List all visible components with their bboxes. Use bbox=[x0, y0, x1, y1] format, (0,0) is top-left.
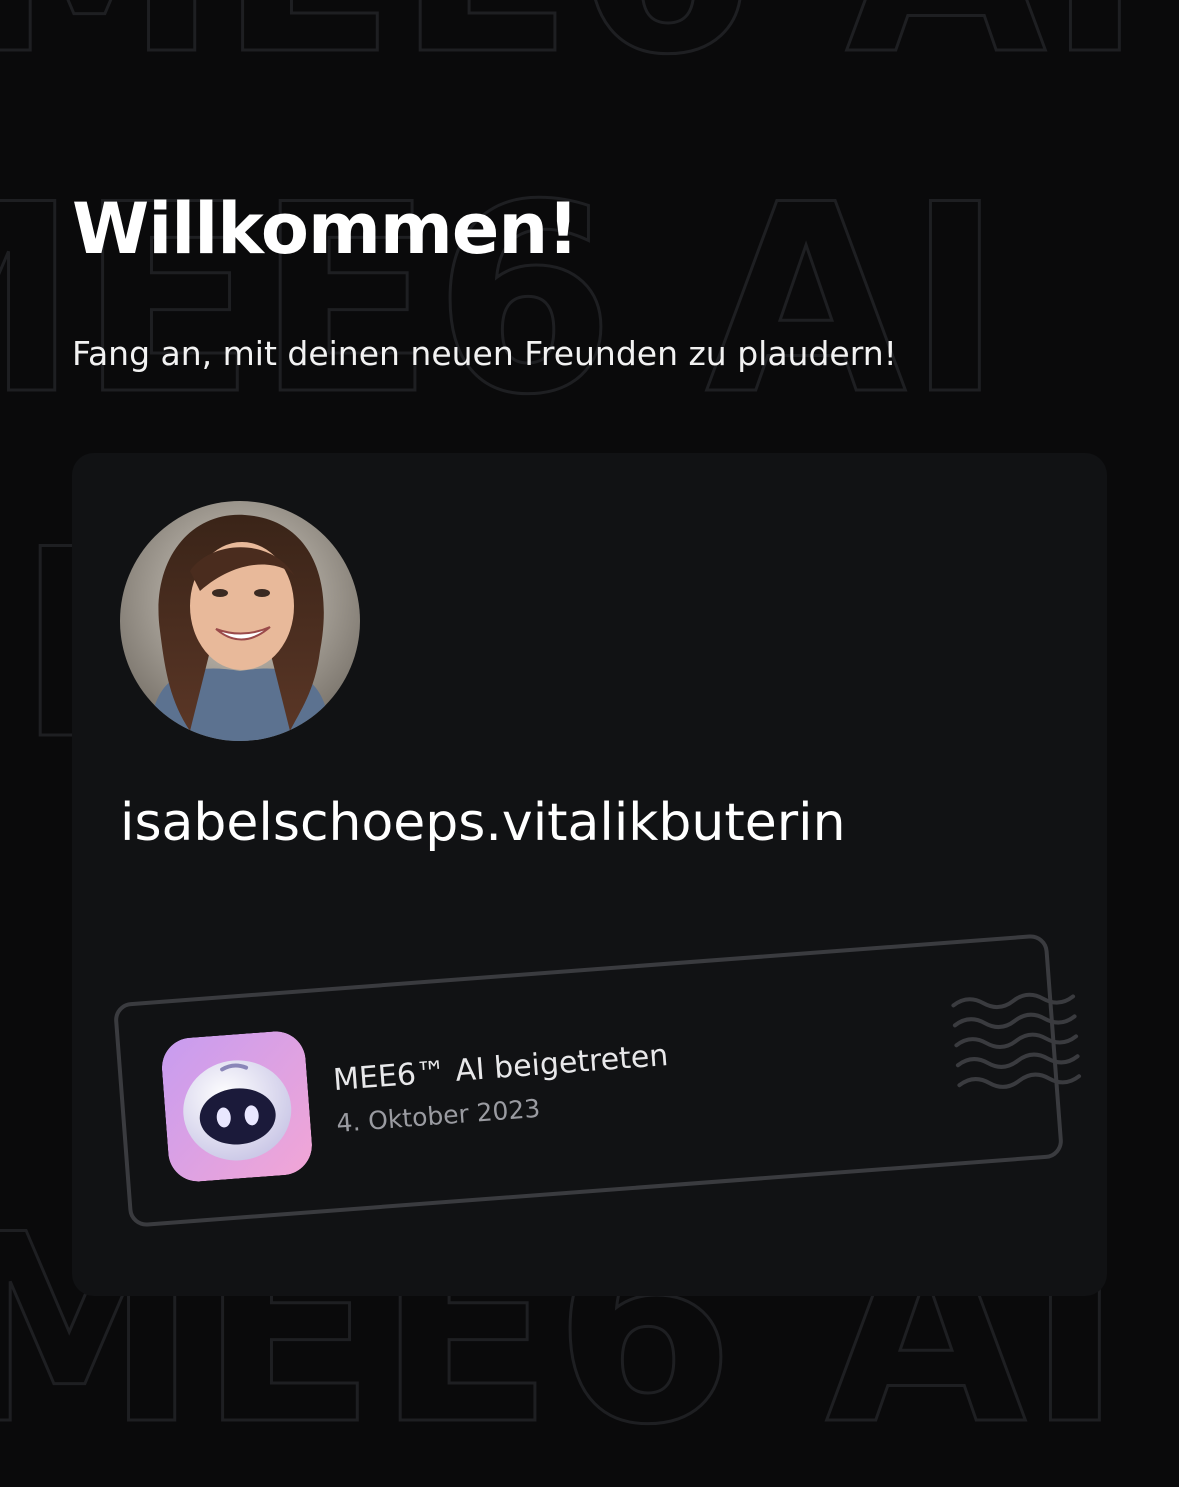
welcome-subtitle: Fang an, mit deinen neuen Freunden zu pl… bbox=[72, 334, 897, 373]
username: isabelschoeps.vitalikbuterin bbox=[120, 793, 846, 853]
mee6-ai-robot-icon bbox=[160, 1029, 314, 1183]
postmark-waves-icon bbox=[951, 992, 1082, 1089]
watermark-row-1: MEE6 AI bbox=[0, 0, 1143, 112]
profile-card: isabelschoeps.vitalikbuterin MEE6™ AI be… bbox=[72, 453, 1107, 1296]
welcome-title: Willkommen! bbox=[72, 188, 579, 270]
user-avatar[interactable] bbox=[120, 501, 360, 741]
server-joined-badge: MEE6™ AI beigetreten 4. Oktober 2023 bbox=[112, 933, 1082, 1228]
